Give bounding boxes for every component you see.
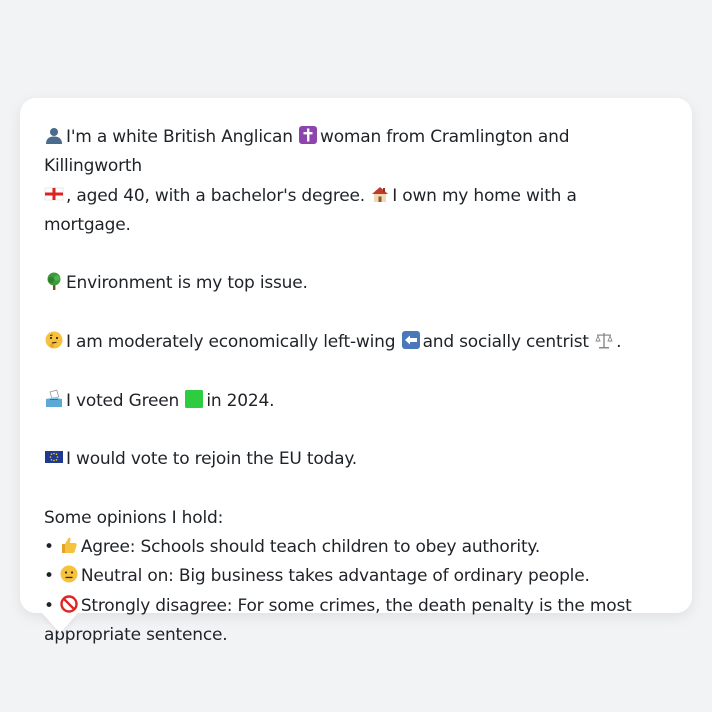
vote-text-b: in 2024.: [206, 390, 275, 411]
intro-paragraph: I'm a white British Anglican woman from …: [44, 123, 668, 240]
bubble-tail: [42, 613, 78, 633]
balance-scale-icon: [594, 330, 614, 350]
prohibited-icon: [59, 594, 79, 614]
vote-text-a: I voted Green: [66, 390, 180, 411]
eu-flag-icon: [44, 447, 64, 467]
neutral-face-icon: [59, 564, 79, 584]
house-icon: [370, 184, 390, 204]
opinions-section: Some opinions I hold: • Agree: Schools s…: [44, 504, 668, 650]
ideology-text-c: .: [616, 332, 622, 353]
list-item: • Neutral on: Big business takes advanta…: [44, 562, 668, 591]
ideology-text-a: I am moderately economically left-wing: [66, 332, 396, 353]
eu-paragraph: I would vote to rejoin the EU today.: [44, 445, 668, 474]
ideology-text-b: and socially centrist: [422, 332, 590, 353]
message-content: I'm a white British Anglican woman from …: [44, 123, 668, 650]
opinions-heading: Some opinions I hold:: [44, 507, 224, 528]
ideology-paragraph: I am moderately economically left-wing a…: [44, 328, 668, 357]
thinking-face-icon: [44, 330, 64, 350]
vote-paragraph: I voted Green in 2024.: [44, 387, 668, 416]
england-flag-icon: [44, 184, 64, 204]
top-issue-text: Environment is my top issue.: [66, 273, 308, 294]
intro-text-1: I'm a white British Anglican: [66, 127, 293, 147]
person-silhouette-icon: [44, 125, 64, 145]
ballot-box-icon: [44, 389, 64, 409]
bullet: •: [44, 566, 54, 587]
intro-text-2: , aged 40, with a bachelor's degree.: [66, 185, 366, 206]
list-item: • Agree: Schools should teach children t…: [44, 533, 668, 562]
eu-text: I would vote to rejoin the EU today.: [66, 449, 357, 470]
tree-icon: [44, 271, 64, 291]
top-issue-paragraph: Environment is my top issue.: [44, 269, 668, 298]
latin-cross-icon: [298, 125, 318, 145]
opinion-agree-text: Agree: Schools should teach children to …: [80, 537, 541, 558]
opinion-disagree-text: Strongly disagree: For some crimes, the …: [80, 595, 632, 616]
left-arrow-icon: [401, 330, 421, 350]
opinion-disagree-text-cont: appropriate sentence.: [44, 625, 228, 646]
bullet: •: [44, 537, 54, 558]
opinion-neutral-text: Neutral on: Big business takes advantage…: [80, 566, 590, 587]
green-square-icon: [184, 389, 204, 409]
thumbs-up-icon: [59, 535, 79, 555]
message-bubble: I'm a white British Anglican woman from …: [20, 98, 692, 645]
list-item: • Strongly disagree: For some crimes, th…: [44, 592, 668, 621]
